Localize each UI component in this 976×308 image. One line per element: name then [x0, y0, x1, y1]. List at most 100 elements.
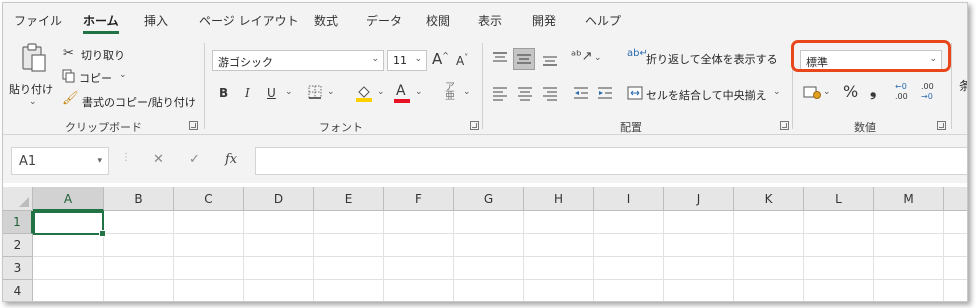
comma-style-button[interactable]: ❟	[870, 83, 876, 99]
underline-button[interactable]: U	[267, 87, 276, 99]
tab-review[interactable]: 校閲	[426, 12, 450, 29]
scissors-icon: ✂	[63, 46, 74, 61]
tab-insert[interactable]: 挿入	[144, 12, 168, 29]
column-header[interactable]: E	[314, 187, 384, 211]
conditional-format-partial[interactable]: 条	[959, 77, 967, 94]
merge-center-icon	[627, 86, 643, 100]
chevron-down-icon[interactable]: ⌄	[119, 70, 127, 80]
borders-icon[interactable]	[308, 85, 322, 99]
tab-data[interactable]: データ	[366, 12, 402, 29]
fill-color-icon[interactable]	[355, 83, 373, 103]
bold-button[interactable]: B	[219, 87, 228, 99]
column-header[interactable]: C	[174, 187, 244, 211]
tab-view[interactable]: 表示	[478, 12, 502, 29]
italic-button[interactable]: I	[245, 87, 250, 99]
ribbon: 貼り付け ⌄ ✂ 切り取り コピー ⌄ 🖌 書式のコピー/貼り付け クリップボー…	[3, 37, 967, 135]
excel-window: ファイル ホーム 挿入 ページ レイアウト 数式 データ 校閲 表示 開発 ヘル…	[2, 2, 968, 302]
orientation-icon[interactable]: ᵃᵇ↗	[571, 50, 593, 63]
column-header[interactable]: G	[454, 187, 524, 211]
column-header[interactable]	[944, 187, 967, 211]
active-cell-a1[interactable]	[33, 211, 106, 237]
group-divider	[204, 43, 205, 129]
row-header[interactable]: 3	[3, 257, 33, 280]
paste-button[interactable]: 貼り付け ⌄	[9, 41, 59, 113]
cut-button[interactable]: 切り取り	[81, 47, 125, 63]
column-header[interactable]: M	[874, 187, 944, 211]
font-size-value: 11	[393, 54, 407, 67]
insert-function-icon[interactable]: fx	[225, 152, 237, 167]
align-right-icon[interactable]	[542, 85, 558, 101]
chevron-down-icon[interactable]: ⌄	[415, 87, 423, 97]
enter-icon[interactable]: ✓	[189, 152, 200, 167]
column-header[interactable]: B	[104, 187, 174, 211]
number-launcher-icon[interactable]	[937, 121, 946, 130]
ribbon-tabs: ファイル ホーム 挿入 ページ レイアウト 数式 データ 校閲 表示 開発 ヘル…	[3, 3, 967, 37]
merge-center-button[interactable]: セルを結合して中央揃え	[646, 87, 767, 103]
format-painter-button[interactable]: 書式のコピー/貼り付け	[82, 94, 196, 110]
align-bottom-icon[interactable]	[542, 51, 558, 67]
column-header[interactable]: I	[594, 187, 664, 211]
row-header[interactable]: 1	[3, 211, 33, 234]
copy-button[interactable]: コピー	[79, 70, 112, 86]
font-size-select[interactable]: 11 ⌄	[387, 50, 427, 71]
clipboard-launcher-icon[interactable]	[189, 121, 198, 130]
chevron-down-icon[interactable]: ⌄	[773, 87, 781, 97]
alignment-launcher-icon[interactable]	[780, 121, 789, 130]
align-center-icon[interactable]	[517, 85, 533, 101]
select-all-button[interactable]	[3, 187, 33, 211]
column-header[interactable]: D	[244, 187, 314, 211]
row-header[interactable]: 4	[3, 280, 33, 301]
number-format-highlight	[791, 40, 951, 72]
align-middle-icon	[517, 54, 531, 64]
tab-page-layout[interactable]: ページ レイアウト	[199, 12, 299, 29]
accounting-format-icon[interactable]	[803, 85, 821, 101]
column-header[interactable]: J	[664, 187, 734, 211]
column-header[interactable]: F	[384, 187, 454, 211]
worksheet-grid: A B C D E F G H I J K L M 1 2 3 4	[3, 187, 967, 301]
increase-indent-icon[interactable]	[597, 85, 613, 101]
number-group-label: 数値	[854, 121, 876, 134]
font-color-icon[interactable]: A	[396, 84, 406, 98]
font-group-label: フォント	[319, 121, 363, 134]
format-painter-icon: 🖌	[62, 91, 79, 106]
column-header[interactable]: K	[734, 187, 804, 211]
chevron-down-icon[interactable]: ⌄	[285, 87, 293, 97]
align-top-icon[interactable]	[492, 51, 508, 67]
phonetic-icon[interactable]: ア亜	[445, 83, 455, 102]
chevron-down-icon[interactable]: ⌄	[594, 53, 602, 63]
increase-decimal-button[interactable]: ←0 .00	[895, 83, 915, 103]
row-header[interactable]: 2	[3, 234, 33, 257]
grow-font-icon[interactable]: A^	[432, 52, 449, 67]
align-middle-button[interactable]	[513, 48, 535, 70]
alignment-group-label: 配置	[620, 121, 642, 134]
name-box-value: A1	[19, 154, 37, 169]
chevron-down-icon[interactable]: ⌄	[463, 87, 471, 97]
tab-file[interactable]: ファイル	[14, 12, 62, 29]
formula-input[interactable]	[255, 147, 967, 175]
copy-icon	[62, 69, 75, 83]
tab-formulas[interactable]: 数式	[314, 12, 338, 29]
align-left-icon[interactable]	[492, 85, 508, 101]
column-header[interactable]: A	[33, 187, 104, 211]
decrease-indent-icon[interactable]	[573, 85, 589, 101]
tab-developer[interactable]: 開発	[532, 12, 556, 29]
tab-help[interactable]: ヘルプ	[585, 12, 621, 29]
paste-icon	[22, 43, 46, 72]
column-header[interactable]: L	[804, 187, 874, 211]
decrease-decimal-button[interactable]: .00 →0	[921, 83, 941, 103]
drag-handle-icon[interactable]: ⋮	[121, 152, 131, 163]
name-box[interactable]: A1 ▾	[11, 147, 109, 175]
font-color-swatch	[394, 99, 410, 103]
formula-bar: A1 ▾ ⋮ ✕ ✓ fx	[3, 135, 967, 183]
chevron-down-icon[interactable]: ⌄	[327, 87, 335, 97]
percent-button[interactable]: %	[843, 84, 858, 100]
column-header[interactable]: H	[524, 187, 594, 211]
font-name-select[interactable]: 游ゴシック ⌄	[212, 50, 384, 71]
cancel-icon[interactable]: ✕	[153, 152, 164, 167]
shrink-font-icon[interactable]: A˅	[456, 54, 468, 68]
tab-home[interactable]: ホーム	[83, 12, 119, 29]
wrap-text-button[interactable]: 折り返して全体を表示する	[646, 51, 778, 67]
font-launcher-icon[interactable]	[470, 121, 479, 130]
chevron-down-icon[interactable]: ⌄	[823, 87, 831, 97]
chevron-down-icon[interactable]: ⌄	[377, 87, 385, 97]
